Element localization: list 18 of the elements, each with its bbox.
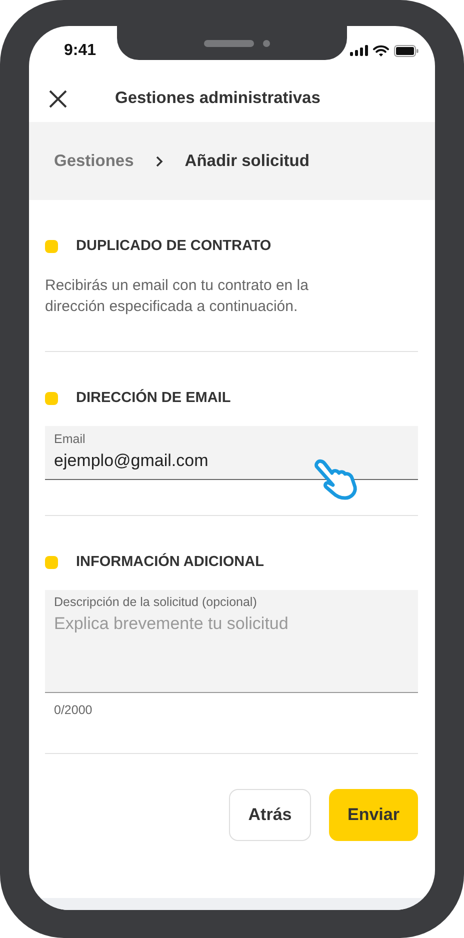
page-title: Gestiones administrativas xyxy=(115,89,320,108)
description-text: Recibirás un email con tu contrato en la dirección especificada a continuación. xyxy=(45,276,310,317)
status-time: 9:41 xyxy=(64,42,96,60)
section-title: INFORMACIÓN ADICIONAL xyxy=(76,554,264,570)
hand-pointer-icon xyxy=(313,458,359,500)
character-counter: 0/2000 xyxy=(53,702,94,719)
wifi-icon xyxy=(373,44,389,56)
close-icon[interactable] xyxy=(49,90,67,108)
section-title: DUPLICADO DE CONTRATO xyxy=(76,238,272,254)
chevron-icon xyxy=(156,156,163,166)
signal-icon xyxy=(350,45,368,56)
section-title: DIRECCIÓN DE EMAIL xyxy=(76,390,231,406)
breadcrumb-link[interactable]: Gestiones xyxy=(54,152,134,170)
battery-icon xyxy=(394,44,419,56)
back-button[interactable]: Atrás xyxy=(229,789,311,841)
send-button[interactable]: Enviar xyxy=(329,789,418,841)
breadcrumb-link[interactable]: Añadir solicitud xyxy=(184,152,310,170)
description-textarea[interactable]: Descripción de la solicitud (opcional) Explica brevemente tu solicitud xyxy=(45,590,418,693)
